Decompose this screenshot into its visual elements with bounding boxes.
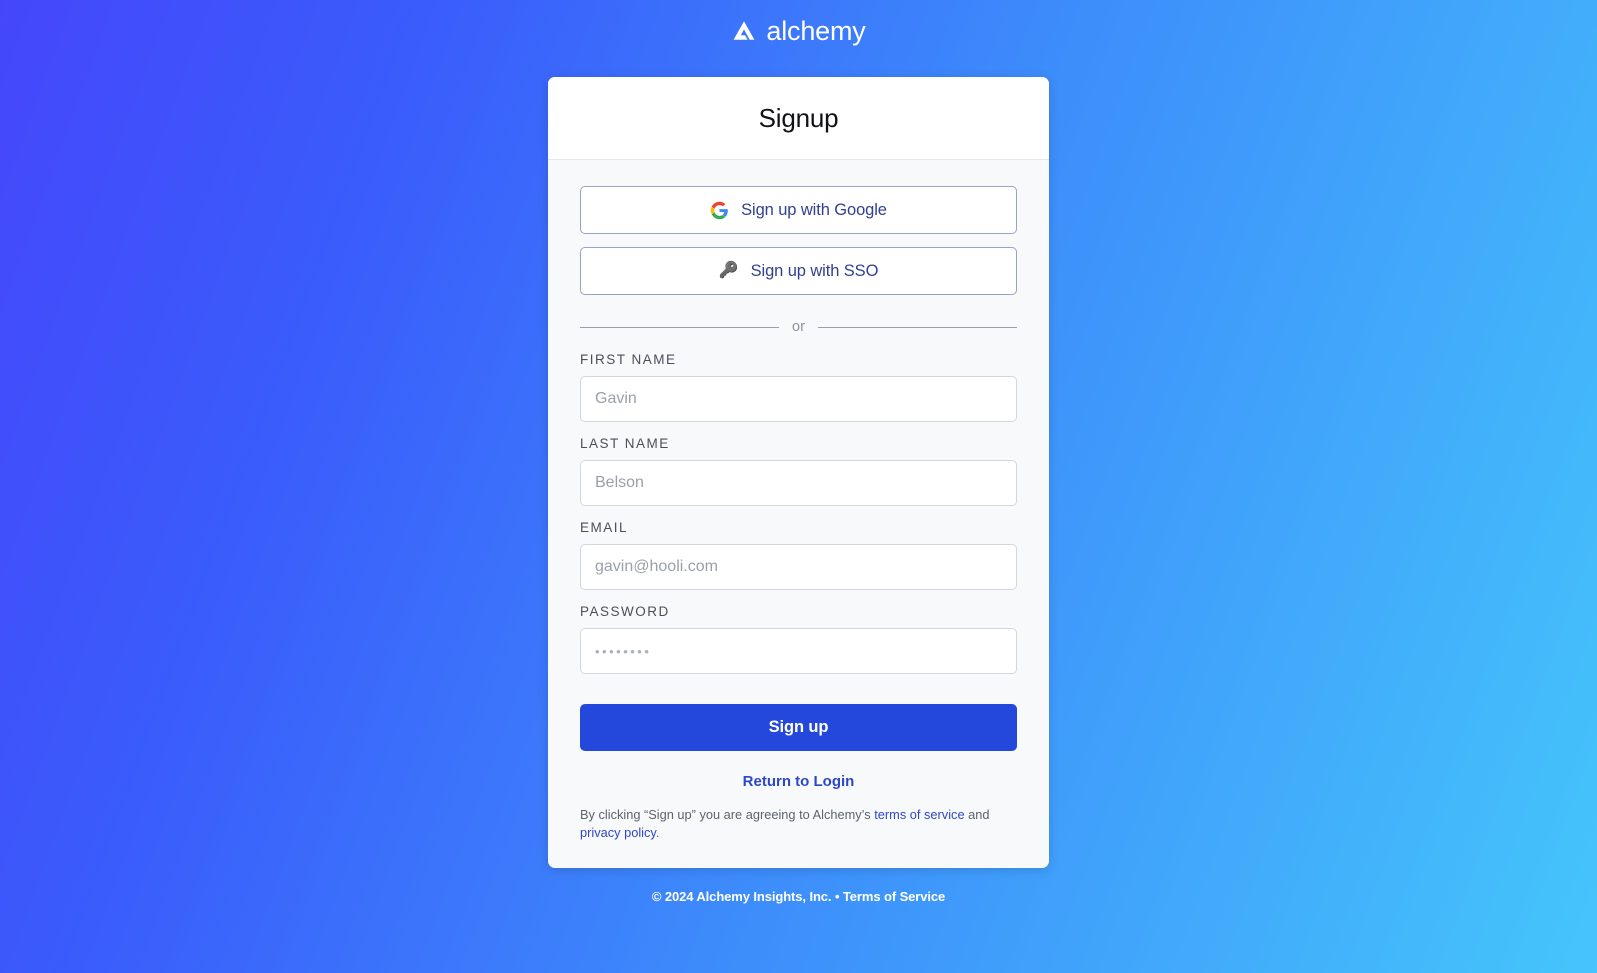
- divider-label: or: [792, 319, 805, 335]
- legal-suffix: .: [655, 825, 660, 841]
- or-divider: or: [580, 319, 1017, 335]
- google-button-label: Sign up with Google: [741, 200, 887, 219]
- google-icon: [710, 201, 728, 219]
- email-input[interactable]: [580, 544, 1017, 590]
- first-name-field-group: FIRST NAME: [580, 352, 1017, 422]
- legal-conjunction: and: [964, 807, 990, 822]
- first-name-input[interactable]: [580, 376, 1017, 422]
- signup-card: Signup Sign up with Google 🔑 Sign up wit…: [548, 77, 1049, 869]
- first-name-label: FIRST NAME: [580, 352, 677, 367]
- password-field-group: PASSWORD: [580, 604, 1017, 674]
- divider-line-right: [817, 326, 1017, 328]
- email-label: EMAIL: [580, 520, 629, 535]
- password-label: PASSWORD: [580, 604, 670, 619]
- copyright-text: © 2024 Alchemy Insights, Inc. •: [651, 889, 843, 905]
- sign-up-button[interactable]: Sign up: [580, 704, 1017, 751]
- card-body: Sign up with Google 🔑 Sign up with SSO o…: [548, 160, 1049, 868]
- legal-prefix: By clicking “Sign up” you are agreeing t…: [580, 807, 875, 822]
- page-footer: © 2024 Alchemy Insights, Inc. • Terms of…: [652, 889, 945, 904]
- legal-disclaimer: By clicking “Sign up” you are agreeing t…: [580, 806, 1017, 842]
- return-to-login-link[interactable]: Return to Login: [580, 773, 1017, 790]
- last-name-label: LAST NAME: [580, 436, 670, 451]
- sso-button-label: Sign up with SSO: [750, 261, 879, 280]
- card-header: Signup: [548, 77, 1049, 160]
- brand-name: alchemy: [766, 15, 866, 46]
- sign-up-with-google-button[interactable]: Sign up with Google: [580, 186, 1017, 234]
- last-name-field-group: LAST NAME: [580, 436, 1017, 506]
- key-icon: 🔑: [718, 262, 739, 279]
- email-field-group: EMAIL: [580, 520, 1017, 590]
- divider-line-left: [580, 326, 780, 328]
- terms-of-service-link[interactable]: terms of service: [874, 807, 964, 822]
- page-title: Signup: [758, 103, 839, 133]
- footer-terms-of-service-link[interactable]: Terms of Service: [843, 889, 945, 904]
- brand-logo: alchemy: [731, 14, 866, 48]
- alchemy-triangle-logo-icon: [734, 21, 755, 40]
- sign-up-with-sso-button[interactable]: 🔑 Sign up with SSO: [580, 247, 1017, 295]
- privacy-policy-link[interactable]: privacy policy: [580, 825, 656, 840]
- password-input[interactable]: [580, 628, 1017, 674]
- last-name-input[interactable]: [580, 460, 1017, 506]
